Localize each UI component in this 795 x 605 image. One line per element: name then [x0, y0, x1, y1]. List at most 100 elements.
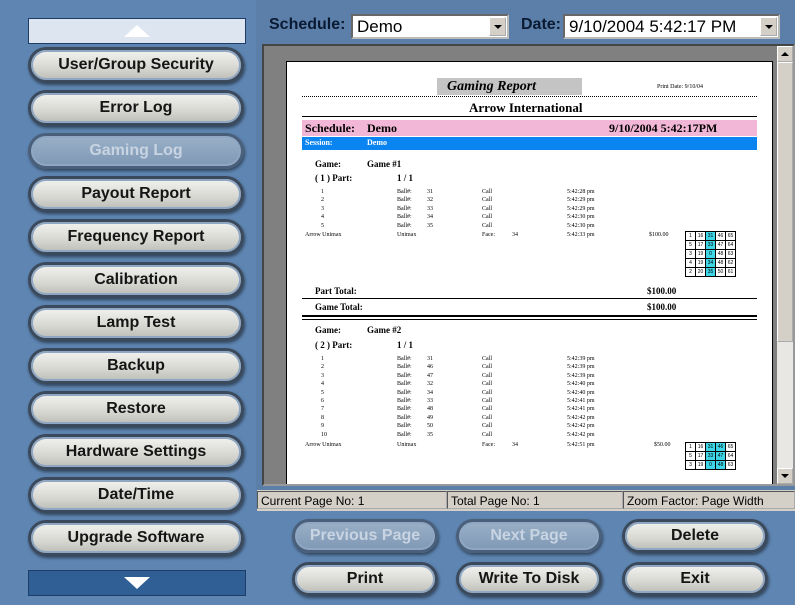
face-label: Face:	[482, 232, 495, 238]
ball-label: Ball#:	[397, 431, 412, 438]
card-cell: 34	[705, 258, 716, 268]
triangle-down-icon	[124, 577, 150, 589]
face-value: 34	[512, 232, 518, 238]
dropdown-arrow-icon[interactable]	[760, 17, 777, 36]
ball-label: Ball#:	[397, 372, 412, 379]
ball-number: 48	[427, 406, 433, 413]
card-cell: 62	[725, 258, 736, 268]
card-cell: 47	[715, 451, 726, 461]
lamp-test-button[interactable]: Lamp Test	[28, 305, 244, 341]
game-total-value: $100.00	[647, 302, 677, 312]
card-cell: 63	[725, 460, 736, 470]
call-time: 5:42:41 pm	[567, 398, 595, 404]
ball-label: Ball#:	[397, 414, 412, 421]
call-time: 5:42:39 pm	[567, 356, 595, 362]
report-viewer[interactable]: Gaming Report Print Date: 9/10/04 Arrow …	[262, 44, 795, 486]
delete-button[interactable]: Delete	[622, 519, 768, 553]
total-page-status: Total Page No: 1	[447, 491, 623, 509]
call-time: 5:42:42 pm	[567, 414, 595, 421]
schedule-select[interactable]: Demo	[351, 14, 509, 39]
report-page: Gaming Report Print Date: 9/10/04 Arrow …	[286, 61, 773, 484]
card-cell: 5	[685, 451, 696, 461]
call-time: 5:42:29 pm	[567, 197, 595, 204]
call-type: Call	[482, 356, 492, 362]
call-type: Call	[482, 372, 492, 379]
card-cell: 4	[685, 258, 696, 268]
bingo-card: 1 16 31 46 65 5 17 33 47 64 3 19 0 48 63	[685, 442, 736, 470]
call-time: 5:42:29 pm	[567, 205, 595, 212]
row-number: 4	[321, 381, 324, 388]
upgrade-software-button[interactable]: Upgrade Software	[28, 520, 244, 556]
vertical-scrollbar[interactable]	[777, 46, 793, 484]
backup-button[interactable]: Backup	[28, 348, 244, 384]
scroll-up-button[interactable]	[28, 18, 246, 44]
ball-number: 46	[427, 364, 433, 371]
payout-report-button[interactable]: Payout Report	[28, 176, 244, 212]
row-number: 2	[321, 197, 324, 204]
row-number: 10	[321, 431, 327, 438]
game-label: Game:	[315, 159, 341, 169]
date-select[interactable]: 9/10/2004 5:42:17 PM	[563, 14, 780, 39]
ball-label: Ball#:	[397, 398, 412, 404]
ball-label: Ball#:	[397, 222, 412, 229]
ball-label: Ball#:	[397, 197, 412, 204]
card-cell: 3	[685, 460, 696, 470]
ball-label: Ball#:	[397, 214, 412, 221]
call-time: 5:42:30 pm	[567, 222, 595, 229]
game-name: Game #1	[367, 159, 402, 169]
call-time: 5:42:39 pm	[567, 372, 595, 379]
gaming-log-button[interactable]: Gaming Log	[28, 133, 244, 169]
card-cell: 0	[705, 460, 716, 470]
card-cell: 63	[725, 249, 736, 259]
scroll-down-arrow-icon[interactable]	[777, 468, 793, 484]
card-cell: 19	[695, 460, 706, 470]
restore-button[interactable]: Restore	[28, 391, 244, 427]
row-number: 2	[321, 364, 324, 371]
calibration-button[interactable]: Calibration	[28, 262, 244, 298]
card-cell: 2	[685, 267, 696, 277]
exit-button[interactable]: Exit	[622, 562, 768, 596]
scroll-up-arrow-icon[interactable]	[777, 46, 793, 62]
user-group-security-button[interactable]: User/Group Security	[28, 47, 244, 83]
row-number: 5	[321, 222, 324, 229]
call-time: 5:42:30 pm	[567, 214, 595, 221]
ball-number: 31	[427, 356, 433, 362]
winner-type: Unimax	[397, 442, 417, 448]
print-button[interactable]: Print	[292, 562, 438, 596]
report-schedule-label: Schedule:	[305, 121, 356, 135]
card-cell: 48	[715, 460, 726, 470]
scroll-down-button[interactable]	[28, 570, 246, 596]
top-toolbar: Schedule: Demo Date: 9/10/2004 5:42:17 P…	[256, 0, 795, 44]
hardware-settings-button[interactable]: Hardware Settings	[28, 434, 244, 470]
card-cell: 47	[715, 240, 726, 250]
current-page-status: Current Page No: 1	[257, 491, 447, 509]
call-type: Call	[482, 406, 492, 413]
date-label: Date:	[521, 16, 562, 33]
card-cell: 5	[685, 240, 696, 250]
ball-number: 33	[427, 398, 433, 404]
ball-label: Ball#:	[397, 381, 412, 388]
ball-number: 32	[427, 381, 433, 388]
card-cell: 1	[685, 231, 696, 241]
ball-number: 34	[427, 214, 433, 221]
row-number: 1	[321, 189, 324, 195]
error-log-button[interactable]: Error Log	[28, 90, 244, 126]
next-page-button[interactable]: Next Page	[456, 519, 602, 553]
scrollbar-thumb[interactable]	[777, 62, 793, 342]
card-cell: 65	[725, 231, 736, 241]
call-type: Call	[482, 389, 492, 396]
card-cell: 19	[695, 249, 706, 259]
part-value: 1 / 1	[397, 340, 414, 350]
report-schedule-datetime: 9/10/2004 5:42:17PM	[609, 121, 718, 135]
zoom-status: Zoom Factor: Page Width	[623, 491, 795, 509]
dropdown-arrow-icon[interactable]	[489, 17, 506, 36]
ball-number: 34	[427, 389, 433, 396]
write-to-disk-button[interactable]: Write To Disk	[456, 562, 602, 596]
previous-page-button[interactable]: Previous Page	[292, 519, 438, 553]
frequency-report-button[interactable]: Frequency Report	[28, 219, 244, 255]
call-type: Call	[482, 222, 492, 229]
date-time-button[interactable]: Date/Time	[28, 477, 244, 513]
call-time: 5:42:42 pm	[567, 423, 595, 430]
winner-time: 5:42:33 pm	[567, 232, 595, 238]
card-cell: 31	[705, 231, 716, 241]
